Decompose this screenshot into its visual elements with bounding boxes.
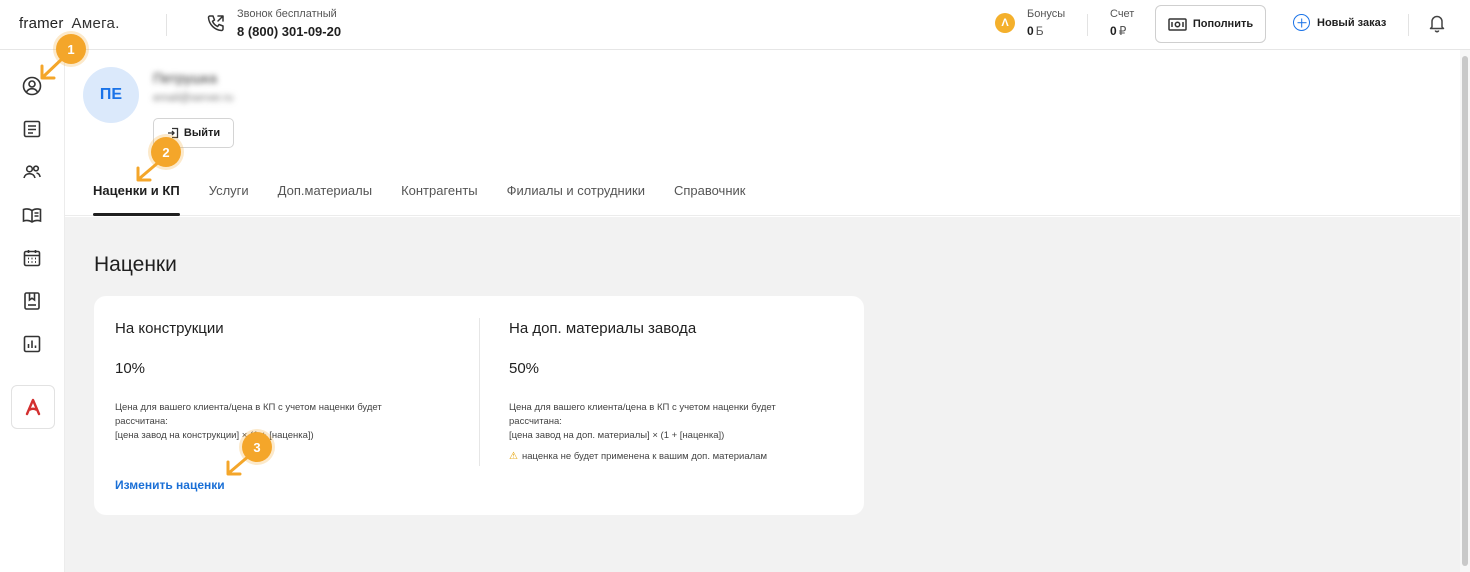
logo-amega: Амега.: [71, 15, 120, 32]
new-order-label: Новый заказ: [1317, 16, 1387, 29]
phone-icon: [206, 13, 226, 33]
sidebar: [0, 50, 65, 572]
annotation-marker-3: 3: [242, 432, 272, 462]
warning-text: наценка не будет применена к вашим доп. …: [521, 451, 767, 462]
markups-card: На конструкции 10% Цена для вашего клиен…: [94, 296, 864, 515]
materials-column: На доп. материалы завода 50% Цена для ва…: [509, 296, 869, 515]
annotation-marker-1: 1: [56, 34, 86, 64]
bonus-coin-icon: Λ: [995, 13, 1015, 33]
main-content: Наценки На конструкции 10% Цена для ваше…: [65, 217, 1460, 572]
page-title: Наценки: [94, 253, 177, 276]
warning-icon: ⚠: [509, 451, 518, 462]
calendar-icon[interactable]: [22, 248, 42, 268]
constructions-column: На конструкции 10% Цена для вашего клиен…: [115, 296, 475, 515]
topup-button[interactable]: Пополнить: [1155, 5, 1266, 43]
tab-extra-materials[interactable]: Доп.материалы: [278, 176, 372, 216]
document-icon[interactable]: [22, 119, 42, 139]
profile-section: ПЕ Петрушка email@server.ru Выйти Наценк…: [65, 50, 1460, 216]
top-header: framer Амега. Звонок бесплатный 8 (800) …: [0, 0, 1470, 50]
profile-email: email@server.ru: [153, 92, 234, 104]
column-divider: [479, 318, 480, 466]
tab-reference[interactable]: Справочник: [674, 176, 746, 216]
edit-markups-link[interactable]: Изменить наценки: [115, 478, 225, 492]
account-value: 0 ₽: [1110, 24, 1127, 38]
amega-logo-icon: [25, 398, 41, 416]
tab-services[interactable]: Услуги: [209, 176, 249, 216]
bookmark-icon[interactable]: [22, 291, 42, 311]
book-icon[interactable]: [22, 205, 42, 225]
materials-warning: ⚠ наценка не будет применена к вашим доп…: [509, 451, 767, 462]
plus-circle-icon: [1293, 14, 1310, 31]
topup-label: Пополнить: [1192, 18, 1254, 30]
tab-branches-employees[interactable]: Филиалы и сотрудники: [507, 176, 645, 216]
materials-desc-line2: [цена завод на доп. материалы] × (1 + [н…: [509, 430, 725, 441]
phone-label: Звонок бесплатный: [237, 8, 337, 20]
scrollbar[interactable]: [1460, 50, 1470, 572]
scrollbar-thumb[interactable]: [1462, 56, 1468, 566]
new-order-button[interactable]: Новый заказ: [1293, 14, 1386, 31]
header-divider: [166, 14, 167, 36]
materials-description: Цена для вашего клиента/цена в КП с учет…: [509, 401, 809, 443]
tab-counterparties[interactable]: Контрагенты: [401, 176, 478, 216]
materials-title: На доп. материалы завода: [509, 320, 697, 337]
account-label: Счет: [1110, 8, 1135, 20]
constructions-desc-line1: Цена для вашего клиента/цена в КП с учет…: [115, 402, 382, 427]
logo-framer: framer: [19, 15, 64, 32]
app-logo[interactable]: framer Амега.: [19, 15, 120, 32]
header-divider: [1087, 14, 1088, 36]
bar-chart-icon[interactable]: [22, 334, 42, 354]
logout-label: Выйти: [183, 127, 221, 139]
annotation-marker-2: 2: [151, 137, 181, 167]
users-icon[interactable]: [22, 162, 42, 182]
avatar: ПЕ: [83, 67, 139, 123]
materials-value: 50%: [509, 360, 540, 377]
bell-icon[interactable]: [1428, 13, 1446, 33]
amega-brand-button[interactable]: [11, 385, 55, 429]
profile-name: Петрушка: [153, 70, 217, 86]
constructions-value: 10%: [115, 360, 146, 377]
materials-desc-line1: Цена для вашего клиента/цена в КП с учет…: [509, 402, 776, 427]
bonus-value: 0Б: [1027, 24, 1044, 38]
cash-icon: [1168, 17, 1187, 31]
header-divider: [1408, 14, 1409, 36]
tabs-bar: Наценки и КП Услуги Доп.материалы Контра…: [93, 176, 745, 216]
bonus-label: Бонусы: [1027, 8, 1066, 20]
phone-number[interactable]: 8 (800) 301-09-20: [237, 24, 341, 39]
constructions-title: На конструкции: [115, 320, 224, 337]
